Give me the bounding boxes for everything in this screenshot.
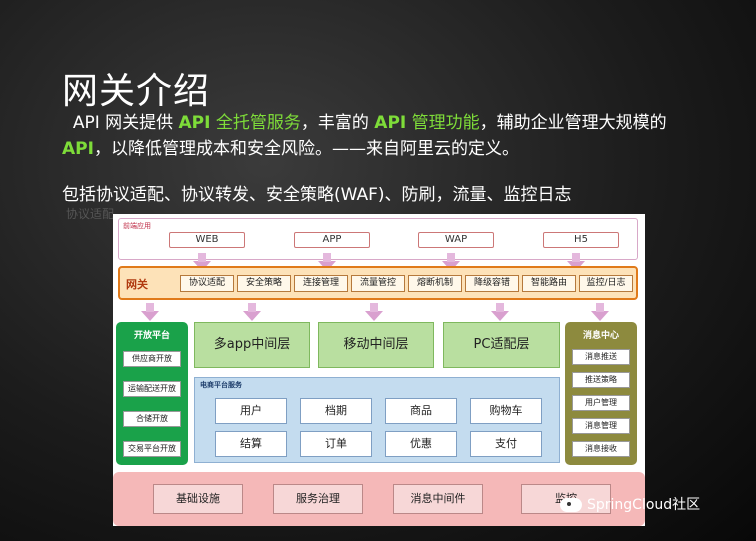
watermark: SpringCloud社区: [560, 494, 700, 514]
ghost-text: 协议适配: [66, 207, 115, 221]
slide-description: API 网关提供 API 全托管服务，丰富的 API 管理功能，辅助企业管理大规…: [62, 113, 667, 159]
service-box: 商品: [385, 398, 457, 424]
gateway-section: 网关 协议适配 安全策略 连接管理 流量管控 熔断机制 降级容错 智能路由 监控…: [118, 266, 638, 300]
gateway-item: 熔断机制: [408, 275, 462, 292]
gateway-item: 降级容错: [465, 275, 519, 292]
middle-layer-multi-app: 多app中间层: [194, 322, 310, 368]
gateway-item: 安全策略: [237, 275, 291, 292]
message-center-item: 用户管理: [572, 395, 630, 411]
middle-layer-mobile: 移动中间层: [318, 322, 434, 368]
open-platform-item: 运输配送开放: [123, 381, 181, 397]
slide-subtitle: 包括协议适配、协议转发、安全策略(WAF)、防刷，流量、监控日志: [62, 185, 572, 205]
message-center-item: 消息接收: [572, 441, 630, 457]
frontend-section: 前端应用 WEB APP WAP H5: [118, 218, 638, 260]
infra-item: 消息中间件: [393, 484, 483, 514]
ecommerce-label: 电商平台服务: [200, 381, 242, 389]
frontend-app: APP: [294, 232, 370, 248]
architecture-diagram: 前端应用 WEB APP WAP H5 网关 协议适配 安全策略 连接管理 流量…: [113, 214, 645, 526]
service-box: 订单: [300, 431, 372, 457]
arrow-down-icon: [141, 303, 159, 321]
gateway-item: 连接管理: [294, 275, 348, 292]
service-box: 结算: [215, 431, 287, 457]
arrow-down-icon: [365, 303, 383, 321]
message-center-item: 消息管理: [572, 418, 630, 434]
gateway-item: 监控/日志: [579, 275, 633, 292]
message-center-item: 推送策略: [572, 372, 630, 388]
service-box: 购物车: [470, 398, 542, 424]
gateway-item: 协议适配: [180, 275, 234, 292]
wechat-icon: [560, 498, 582, 512]
open-platform-item: 交易平台开放: [123, 441, 181, 457]
gateway-item: 智能路由: [522, 275, 576, 292]
message-center-title: 消息中心: [582, 331, 619, 341]
open-platform-item: 供应商开放: [123, 351, 181, 367]
frontend-h5: H5: [543, 232, 619, 248]
open-platform-item: 合储开放: [123, 411, 181, 427]
open-platform-panel: 开放平台 供应商开放 运输配送开放 合储开放 交易平台开放: [116, 322, 188, 465]
arrow-down-icon: [491, 303, 509, 321]
service-box: 优惠: [385, 431, 457, 457]
arrow-down-icon: [591, 303, 609, 321]
infra-item: 服务治理: [273, 484, 363, 514]
service-box: 档期: [300, 398, 372, 424]
message-center-panel: 消息中心 消息推送 推送策略 用户管理 消息管理 消息接收: [565, 322, 637, 465]
service-box: 支付: [470, 431, 542, 457]
open-platform-title: 开放平台: [133, 331, 170, 341]
message-center-item: 消息推送: [572, 349, 630, 365]
gateway-item: 流量管控: [351, 275, 405, 292]
middle-layer-pc: PC适配层: [443, 322, 560, 368]
arrow-down-icon: [243, 303, 261, 321]
frontend-web: WEB: [169, 232, 245, 248]
ecommerce-services: 电商平台服务 用户 档期 商品 购物车 结算 订单 优惠 支付: [194, 377, 560, 463]
slide-title: 网关介绍: [62, 71, 211, 112]
infra-item: 基础设施: [153, 484, 243, 514]
watermark-text: SpringCloud社区: [587, 497, 701, 513]
gateway-label: 网关: [126, 278, 148, 291]
frontend-label: 前端应用: [123, 222, 151, 230]
frontend-wap: WAP: [418, 232, 494, 248]
service-box: 用户: [215, 398, 287, 424]
